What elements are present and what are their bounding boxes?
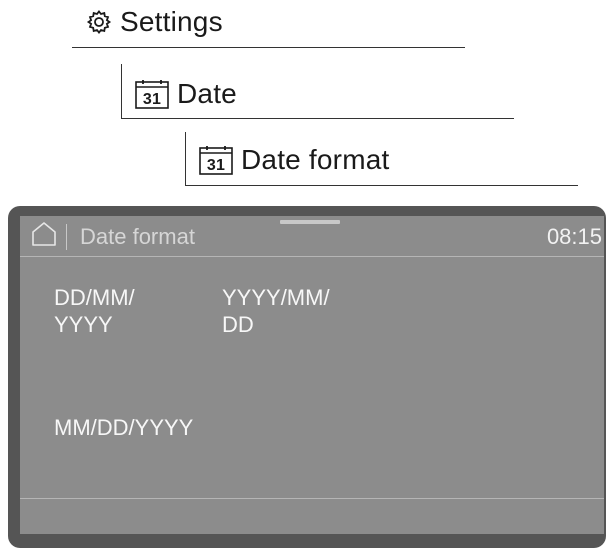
option-label: DD/MM/ YYYY <box>54 285 135 337</box>
svg-text:31: 31 <box>207 157 225 174</box>
screen-title: Date format <box>80 224 195 249</box>
calendar-icon: 31 <box>199 145 233 175</box>
divider <box>72 47 465 48</box>
calendar-icon: 31 <box>135 79 169 109</box>
option-label: YYYY/MM/ DD <box>222 285 330 337</box>
breadcrumb-date: 31 Date <box>135 76 237 112</box>
svg-text:31: 31 <box>143 91 161 108</box>
option-mm-dd-yyyy[interactable]: MM/DD/YYYY <box>54 414 254 441</box>
breadcrumb-label: Date <box>177 78 237 109</box>
home-icon <box>31 221 57 252</box>
breadcrumb-label: Settings <box>120 6 223 37</box>
breadcrumb-label: Date format <box>241 144 390 175</box>
status-separator <box>66 224 67 250</box>
option-dd-mm-yyyy[interactable]: DD/MM/ YYYY <box>54 284 194 338</box>
clock: 08:15 <box>546 224 602 249</box>
divider <box>20 256 604 257</box>
breadcrumb-settings: Settings <box>86 4 223 40</box>
home-button[interactable] <box>30 221 58 252</box>
gear-icon <box>86 9 112 35</box>
divider <box>185 185 578 186</box>
divider <box>121 118 514 119</box>
status-bar: Date format 08:15 <box>20 216 604 256</box>
option-label: MM/DD/YYYY <box>54 415 194 440</box>
divider <box>185 132 186 186</box>
divider <box>121 64 122 119</box>
display-screen <box>20 216 604 534</box>
option-yyyy-mm-dd[interactable]: YYYY/MM/ DD <box>222 284 392 338</box>
footer-bar <box>20 499 604 534</box>
breadcrumb-date-format: 31 Date format <box>199 142 389 178</box>
